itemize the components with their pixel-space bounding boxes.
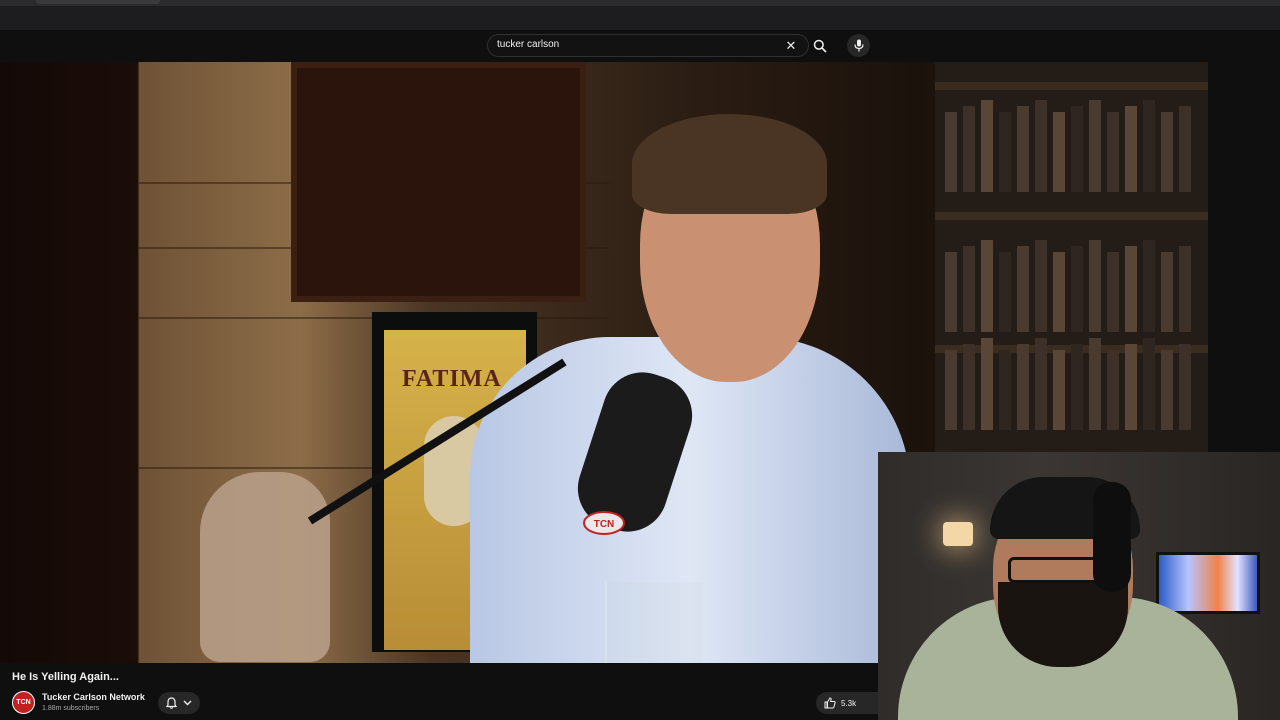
book <box>1089 100 1101 192</box>
like-count: 5.3k <box>841 698 857 708</box>
book <box>1053 112 1065 192</box>
book <box>1035 100 1047 192</box>
tab-strip-bar <box>0 0 1280 6</box>
book <box>1089 240 1101 332</box>
mic-icon <box>853 39 864 52</box>
book <box>1143 338 1155 430</box>
book <box>1179 246 1191 332</box>
book <box>1107 112 1119 192</box>
book <box>1035 338 1047 430</box>
book <box>1125 344 1137 430</box>
book <box>1161 350 1173 430</box>
book <box>1125 106 1137 192</box>
book <box>1143 100 1155 192</box>
poster-title: FATIMA <box>402 366 502 392</box>
like-button[interactable]: 5.3k <box>816 692 878 714</box>
webcam-overlay <box>878 452 1280 720</box>
channel-name[interactable]: Tucker Carlson Network <box>42 692 145 702</box>
book <box>1053 350 1065 430</box>
book <box>981 100 993 192</box>
book <box>1035 240 1047 332</box>
book <box>945 252 957 332</box>
shelf-board <box>935 212 1208 220</box>
book <box>999 350 1011 430</box>
book <box>945 112 957 192</box>
book <box>999 112 1011 192</box>
thumbs-up-icon <box>824 697 836 709</box>
bookshelf <box>935 62 1208 462</box>
chevron-down-icon <box>183 700 192 706</box>
book <box>981 338 993 430</box>
wall-picture-frame <box>291 62 586 302</box>
book <box>1107 350 1119 430</box>
water-glass <box>605 582 704 663</box>
search-button[interactable] <box>809 34 831 57</box>
book <box>1071 344 1083 430</box>
streamer-glasses <box>1008 557 1104 583</box>
book <box>963 106 975 192</box>
browser-tab-strip <box>0 0 1280 30</box>
book <box>999 252 1011 332</box>
search-box[interactable]: tucker carlson ✕ <box>487 34 809 57</box>
bell-icon <box>166 697 177 709</box>
subscriber-count: 1.88m subscribers <box>42 705 100 712</box>
book <box>945 350 957 430</box>
book <box>1179 344 1191 430</box>
book <box>963 344 975 430</box>
book <box>1107 252 1119 332</box>
active-tab[interactable] <box>36 0 160 4</box>
book <box>1125 246 1137 332</box>
book <box>1017 344 1029 430</box>
mic-badge-label: TCN <box>594 519 615 530</box>
hand <box>200 472 330 662</box>
book <box>1017 246 1029 332</box>
book <box>1161 112 1173 192</box>
book <box>981 240 993 332</box>
book <box>1017 106 1029 192</box>
notification-button[interactable] <box>158 692 200 714</box>
book <box>1071 246 1083 332</box>
voice-search-button[interactable] <box>847 34 870 57</box>
channel-avatar[interactable]: TCN <box>12 691 35 714</box>
book <box>1053 252 1065 332</box>
lamp <box>943 522 973 546</box>
shelf-board <box>935 82 1208 90</box>
background-monitor <box>1156 552 1260 614</box>
book <box>1161 252 1173 332</box>
book <box>1089 338 1101 430</box>
search-icon <box>813 39 827 53</box>
host-hair <box>632 114 827 214</box>
book <box>963 246 975 332</box>
mic-badge: TCN <box>583 511 625 535</box>
video-title: He Is Yelling Again... <box>12 671 119 683</box>
close-icon[interactable]: ✕ <box>784 37 798 54</box>
headphones <box>1093 482 1131 592</box>
book <box>1179 106 1191 192</box>
search-input[interactable]: tucker carlson <box>497 39 559 50</box>
book <box>1071 106 1083 192</box>
book <box>1143 240 1155 332</box>
